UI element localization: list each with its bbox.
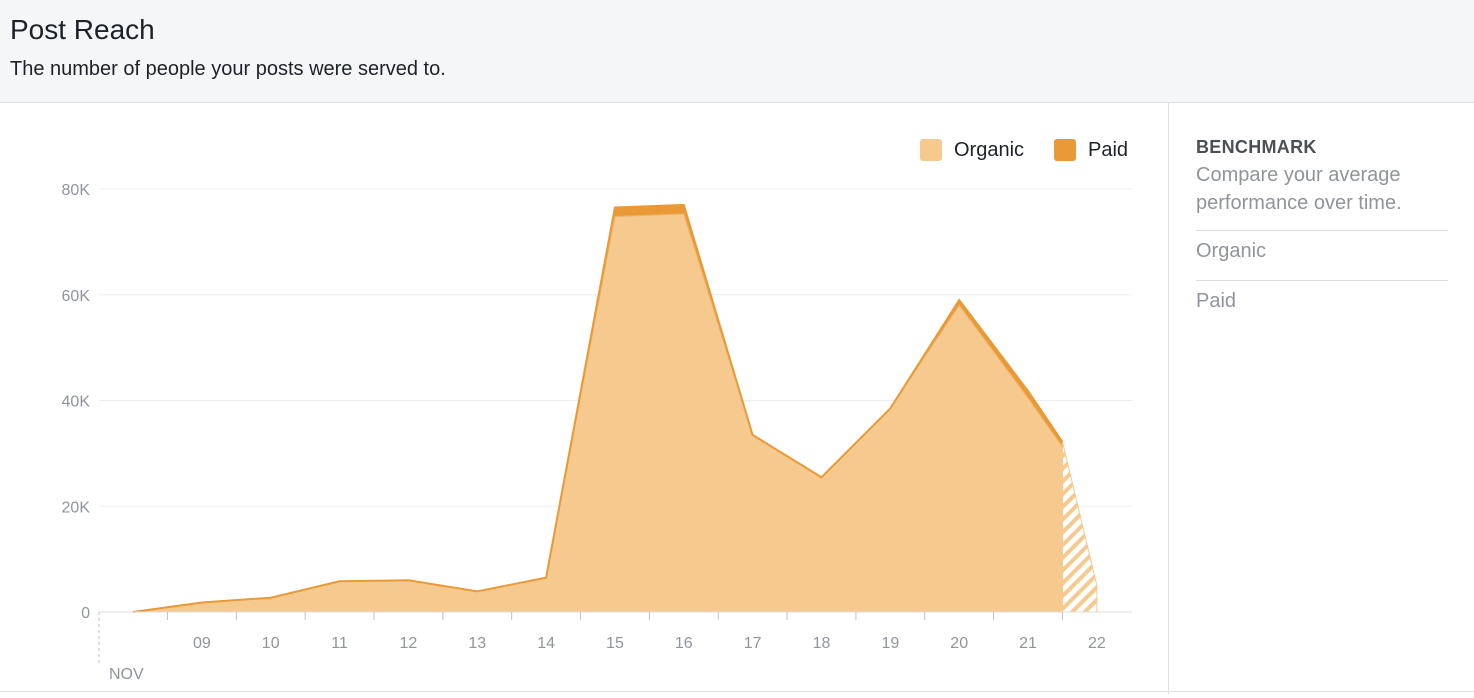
x-tick-label: 11 (331, 635, 348, 652)
y-tick-label: 40K (62, 394, 91, 411)
benchmark-organic-option[interactable]: Organic (1196, 240, 1266, 263)
x-tick-label: 18 (813, 635, 831, 652)
legend-label-organic: Organic (954, 139, 1024, 161)
x-tick-label: 13 (468, 635, 486, 652)
x-tick-label: 20 (950, 635, 968, 652)
benchmark-description: Compare your average performance over ti… (1196, 164, 1402, 214)
x-tick-label: 19 (881, 635, 899, 652)
x-axis-month-label: NOV (109, 666, 144, 683)
x-tick-label: 21 (1019, 635, 1037, 652)
legend-swatch-paid (1054, 139, 1076, 161)
x-tick-label: 15 (606, 635, 624, 652)
y-tick-label: 20K (62, 499, 91, 516)
y-tick-label: 0 (81, 605, 90, 622)
benchmark-title: BENCHMARK (1196, 137, 1317, 157)
x-tick-label: 16 (675, 635, 693, 652)
legend-swatch-organic (920, 139, 942, 161)
x-tick-label: 10 (262, 635, 280, 652)
benchmark-paid-option[interactable]: Paid (1196, 290, 1236, 313)
chart-area: 0 20K 40K 60K 80K 09 10 11 12 13 14 15 16 17 18 19 20 21 2… (0, 103, 1168, 693)
page-header: Post Reach The number of people your pos… (0, 0, 1474, 103)
y-tick-label: 80K (62, 182, 91, 199)
panel-divider (1168, 103, 1169, 694)
x-tick-label: 22 (1088, 635, 1106, 652)
page-title: Post Reach (10, 14, 155, 45)
partial-period-area (1062, 441, 1098, 613)
page-subtitle: The number of people your posts were ser… (10, 58, 446, 80)
benchmark-divider (1196, 280, 1448, 281)
x-tick-label: 14 (537, 635, 555, 652)
bottom-border (0, 691, 1474, 692)
y-tick-label: 60K (62, 288, 91, 305)
post-reach-chart: 0 20K 40K 60K 80K 09 10 11 12 13 14 15 16 17 18 19 20 21 2… (62, 139, 1132, 683)
benchmark-divider (1196, 230, 1448, 231)
organic-area (133, 213, 1063, 612)
legend-label-paid: Paid (1088, 139, 1128, 161)
x-tick-label: 17 (744, 635, 762, 652)
x-tick-label: 09 (193, 635, 211, 652)
x-tick-label: 12 (400, 635, 418, 652)
